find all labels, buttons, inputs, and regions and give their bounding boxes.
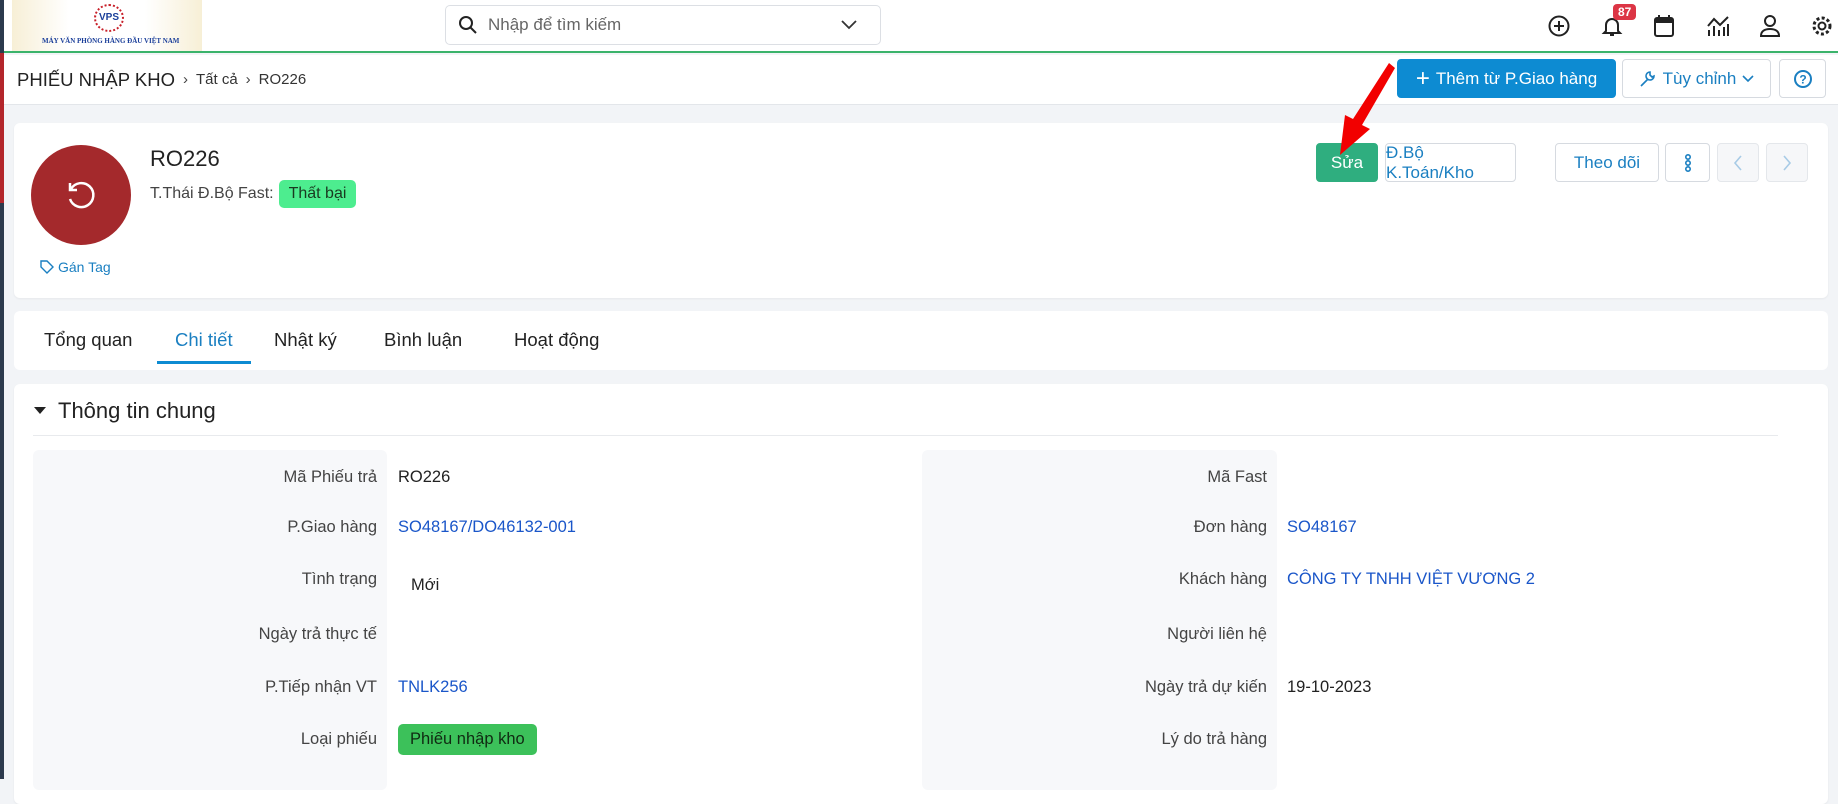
- field-label: Khách hàng: [1178, 570, 1267, 588]
- bell-icon[interactable]: 87: [1598, 4, 1637, 40]
- tab-activity[interactable]: Hoạt động: [514, 329, 599, 363]
- tab-log[interactable]: Nhật ký: [274, 329, 337, 363]
- field-value-link[interactable]: SO48167: [1287, 518, 1357, 537]
- field-value-link[interactable]: CÔNG TY TNHH VIỆT VƯƠNG 2: [1287, 570, 1535, 589]
- help-button[interactable]: ?: [1779, 59, 1826, 98]
- type-badge: Phiếu nhập kho: [398, 724, 537, 755]
- tab-details[interactable]: Chi tiết: [157, 329, 251, 364]
- previous-record-button[interactable]: [1717, 143, 1759, 182]
- fast-sync-status: T.Thái Đ.Bộ Fast: Thất bại: [150, 180, 357, 208]
- section-toggle[interactable]: Thông tin chung: [34, 398, 216, 424]
- chart-icon[interactable]: [1704, 12, 1732, 40]
- chevron-right-icon: ›: [245, 71, 251, 88]
- caret-down-icon: [34, 407, 46, 414]
- field-value-link[interactable]: SO48167/DO46132-001: [398, 518, 576, 537]
- sidebar-edge: [0, 0, 4, 779]
- field-label: Đơn hàng: [1193, 518, 1267, 536]
- undo-icon: [68, 181, 95, 209]
- calendar-icon[interactable]: [1650, 12, 1678, 40]
- chevron-down-icon[interactable]: [840, 19, 858, 31]
- plus-icon: +: [1415, 64, 1430, 92]
- record-title: RO226: [150, 146, 220, 171]
- gear-icon[interactable]: [1808, 12, 1836, 40]
- chevron-right-icon: ›: [182, 71, 188, 88]
- more-vertical-icon: [1684, 153, 1691, 172]
- help-icon: ?: [1793, 69, 1812, 88]
- chevron-left-icon: [1733, 154, 1742, 171]
- tab-overview[interactable]: Tổng quan: [44, 329, 132, 363]
- tab-bar: Tổng quan Chi tiết Nhật ký Bình luận Hoạ…: [14, 311, 1828, 370]
- more-options-button[interactable]: [1665, 143, 1710, 182]
- field-label: P.Giao hàng: [287, 518, 377, 536]
- search-icon: [459, 16, 477, 34]
- field-label: Ngày trả thực tế: [258, 625, 377, 643]
- breadcrumb-module[interactable]: PHIẾU NHẬP KHO: [17, 69, 175, 91]
- wrench-icon: [1640, 70, 1655, 87]
- tag-icon: [40, 260, 54, 274]
- field-label: P.Tiếp nhận VT: [265, 678, 377, 696]
- add-from-delivery-button[interactable]: + Thêm từ P.Giao hàng: [1397, 59, 1616, 98]
- field-label: Lý do trả hàng: [1161, 730, 1268, 748]
- field-label: Người liên hệ: [1167, 625, 1267, 643]
- svg-text:?: ?: [1799, 72, 1806, 86]
- status-badge: Thất bại: [278, 180, 357, 208]
- tab-comments[interactable]: Bình luận: [384, 329, 462, 363]
- field-label: Tình trạng: [301, 570, 377, 588]
- customize-dropdown[interactable]: Tùy chỉnh: [1622, 59, 1771, 98]
- field-label: Ngày trả dự kiến: [1144, 678, 1267, 696]
- field-label: Loại phiếu: [300, 730, 377, 748]
- status-value: Mới: [411, 576, 440, 594]
- field-value: RO226: [398, 468, 451, 486]
- search-input[interactable]: Nhập để tìm kiếm: [445, 5, 881, 45]
- next-record-button[interactable]: [1766, 143, 1808, 182]
- search-placeholder: Nhập để tìm kiếm: [488, 15, 622, 34]
- follow-button[interactable]: Theo dõi: [1555, 143, 1659, 182]
- field-value: 19-10-2023: [1287, 678, 1372, 696]
- chevron-down-icon: [1742, 74, 1754, 82]
- logo[interactable]: VPS MÁY VĂN PHÒNG HÀNG ĐẦU VIỆT NAM: [12, 0, 202, 51]
- plus-circle-icon[interactable]: [1545, 12, 1573, 40]
- field-label: Mã Phiếu trả: [283, 468, 377, 486]
- annotation-arrow: [1340, 63, 1395, 155]
- field-value-link[interactable]: TNLK256: [398, 678, 468, 697]
- chevron-right-icon: [1783, 154, 1792, 171]
- breadcrumb-item-current: RO226: [258, 71, 307, 88]
- breadcrumb-item-all[interactable]: Tất cả: [196, 71, 238, 88]
- notification-badge: 87: [1613, 4, 1637, 20]
- field-label: Mã Fast: [1207, 468, 1267, 486]
- assign-tag-link[interactable]: Gán Tag: [40, 259, 111, 275]
- user-icon[interactable]: [1756, 12, 1784, 40]
- divider: [33, 435, 1778, 436]
- record-avatar: [31, 145, 131, 245]
